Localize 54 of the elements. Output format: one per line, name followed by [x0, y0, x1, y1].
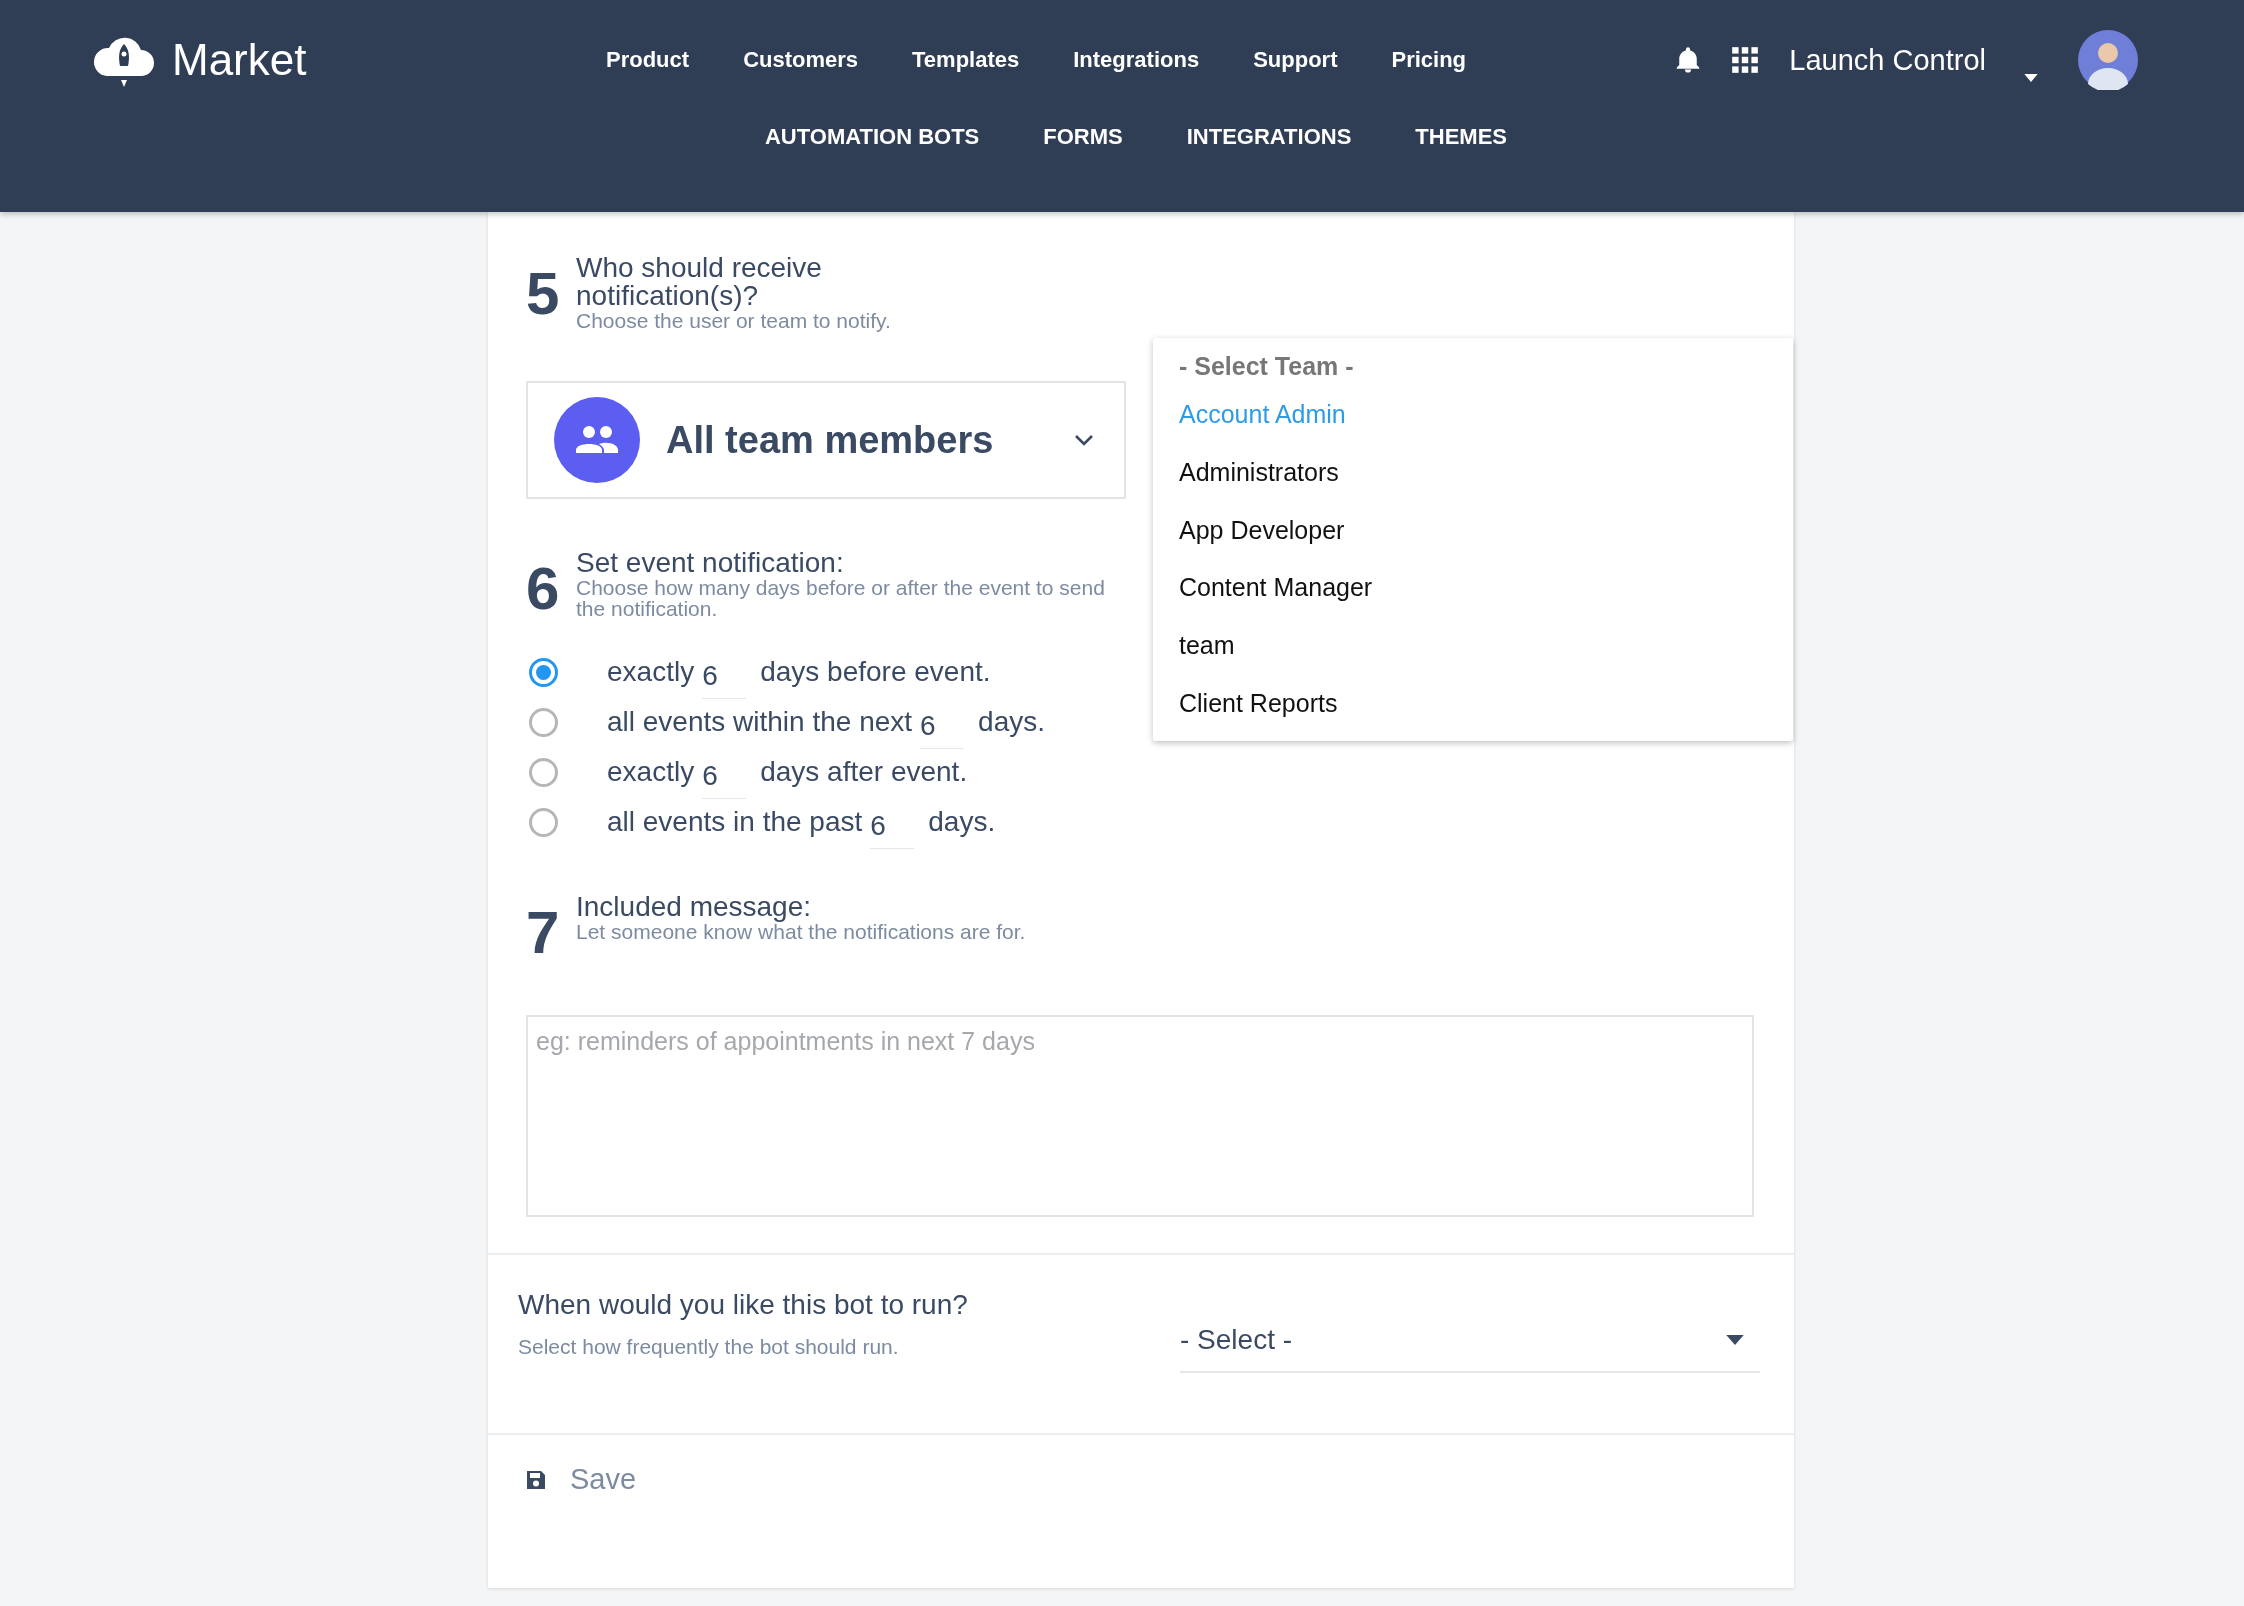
caret-icon[interactable] — [2024, 74, 2038, 82]
step-number: 6 — [526, 559, 561, 619]
team-option[interactable]: Content Manager — [1153, 559, 1793, 618]
option-label: exactly — [607, 656, 695, 688]
team-icon — [554, 397, 640, 483]
recipient-select[interactable]: All team members — [526, 381, 1126, 499]
step-number: 5 — [526, 264, 561, 324]
avatar[interactable] — [2078, 30, 2138, 90]
step-title: Set event notification: — [576, 549, 845, 577]
step-title: Who should receive notification(s)? — [576, 254, 823, 310]
team-option[interactable]: team — [1153, 617, 1793, 675]
nav-link[interactable]: Customers — [743, 47, 859, 73]
days-field[interactable]: 6 — [702, 659, 747, 699]
days-field[interactable]: 6 — [920, 709, 965, 749]
days-field[interactable]: 6 — [702, 759, 747, 799]
brand-name[interactable]: Market — [172, 35, 307, 85]
radio-button[interactable] — [529, 657, 558, 687]
option-label: all events within the next — [607, 706, 913, 738]
subnav-link[interactable]: THEMES — [1415, 124, 1507, 150]
step-subtitle: Let someone know what the notifications are for. — [576, 921, 1027, 942]
option-label: exactly — [607, 756, 695, 788]
nav-link[interactable]: Product — [606, 47, 690, 73]
team-option[interactable]: Client Reports — [1153, 675, 1793, 733]
step-subtitle: Choose the user or team to notify. — [576, 310, 892, 331]
nav-link[interactable]: Templates — [912, 47, 1020, 73]
nav-link[interactable]: Support — [1253, 47, 1338, 73]
schedule-hint: Select how frequently the bot should run. — [518, 1335, 900, 1359]
chevron-down-icon — [1074, 434, 1094, 446]
radio-button[interactable] — [529, 707, 558, 737]
message-field[interactable]: eg: reminders of appointments in next 7 days — [526, 1015, 1754, 1217]
radio-button[interactable] — [529, 807, 558, 837]
option-label: days after event. — [760, 756, 968, 788]
team-option[interactable]: App Developer — [1153, 501, 1793, 560]
subnav-link[interactable]: FORMS — [1043, 124, 1123, 150]
team-option[interactable]: Administrators — [1153, 443, 1793, 502]
account-name[interactable]: Launch Control — [1789, 43, 1986, 77]
nav-link[interactable]: Integrations — [1073, 47, 1200, 73]
option-label: days. — [978, 706, 1045, 738]
subnav-link[interactable]: AUTOMATION BOTS — [765, 124, 980, 150]
option-label: days. — [928, 806, 996, 838]
days-field[interactable]: 6 — [870, 809, 915, 849]
frequency-select[interactable]: - Select - — [1180, 1309, 1760, 1373]
caret-icon — [1726, 1335, 1744, 1345]
step-number: 7 — [526, 903, 561, 963]
schedule-question: When would you like this bot to run? — [518, 1289, 969, 1321]
apps-grid-icon[interactable] — [1731, 46, 1760, 74]
step-subtitle: Choose how many days before or after the event to send the notification. — [576, 577, 1106, 619]
subnav-link[interactable]: INTEGRATIONS — [1186, 124, 1352, 150]
option-label: all events in the past — [607, 806, 863, 838]
step-title: Included message: — [576, 893, 813, 921]
option-label: days before event. — [760, 656, 991, 688]
radio-button[interactable] — [529, 757, 558, 787]
nav-link[interactable]: Pricing — [1391, 47, 1467, 73]
team-option[interactable]: - Select Team - — [1153, 346, 1793, 386]
